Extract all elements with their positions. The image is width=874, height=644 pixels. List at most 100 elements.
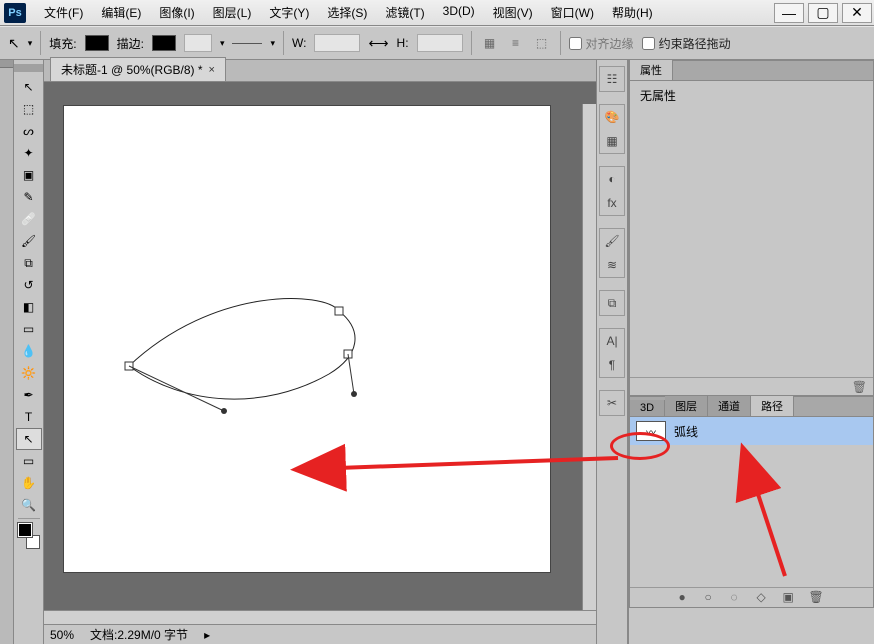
blur-tool[interactable]: 💧 — [16, 340, 42, 362]
minimize-button[interactable]: — — [774, 3, 804, 23]
constrain-path-checkbox[interactable]: 约束路径拖动 — [642, 35, 731, 52]
path-thumbnail-icon: 〰 — [636, 421, 666, 441]
path-ops-icon[interactable]: ▦ — [480, 33, 500, 53]
zoom-tool[interactable]: 🔍 — [16, 494, 42, 516]
styles-panel-icon[interactable]: fx — [600, 191, 624, 215]
fill-swatch[interactable] — [85, 35, 109, 51]
status-menu-icon[interactable]: ▸ — [204, 628, 210, 642]
menu-select[interactable]: 选择(S) — [319, 0, 375, 25]
stroke-path-icon[interactable]: ○ — [705, 590, 721, 606]
stroke-type-dropdown[interactable]: ▾ — [270, 38, 275, 49]
lasso-tool[interactable]: ᔕ — [16, 120, 42, 142]
color-panel-icon[interactable]: 🎨 — [600, 105, 624, 129]
character-panel-icon[interactable]: A| — [600, 329, 624, 353]
horizontal-scrollbar[interactable] — [44, 610, 596, 624]
make-workpath-icon[interactable]: ◇ — [757, 590, 773, 606]
menu-layer[interactable]: 图层(L) — [205, 0, 260, 25]
clone-stamp-tool[interactable]: ⧉ — [16, 252, 42, 274]
menu-filter[interactable]: 滤镜(T) — [377, 0, 432, 25]
document-tab-bar: 未标题-1 @ 50%(RGB/8) * × — [44, 60, 596, 82]
delete-path-icon[interactable]: 🗑 — [809, 590, 825, 606]
menu-3d[interactable]: 3D(D) — [435, 0, 483, 25]
history-panel-icon[interactable]: ☷ — [600, 67, 624, 91]
palette-grip-icon[interactable] — [14, 64, 43, 72]
adjustments-panel-icon[interactable]: ◐ — [600, 167, 624, 191]
layers-panel: 3D 图层 通道 路径 〰 弧线 ● ○ ◌ ◇ ▣ 🗑 — [629, 396, 874, 608]
swatches-panel-icon[interactable]: ▦ — [600, 129, 624, 153]
history-brush-tool[interactable]: ↺ — [16, 274, 42, 296]
eyedropper-tool[interactable]: ✎ — [16, 186, 42, 208]
new-path-icon[interactable]: ▣ — [783, 590, 799, 606]
pen-tool[interactable]: ✒ — [16, 384, 42, 406]
foreground-background-colors[interactable] — [16, 523, 42, 549]
tool-preset-dropdown[interactable]: ▾ — [28, 38, 33, 49]
load-selection-icon[interactable]: ◌ — [731, 590, 747, 606]
document-tab[interactable]: 未标题-1 @ 50%(RGB/8) * × — [50, 57, 226, 81]
clone-source-panel-icon[interactable]: ⧉ — [600, 291, 624, 315]
type-tool[interactable]: T — [16, 406, 42, 428]
window-controls: — ▢ ✕ — [772, 1, 874, 25]
fill-path-icon[interactable]: ● — [679, 590, 695, 606]
brush-presets-panel-icon[interactable]: ≋ — [600, 253, 624, 277]
crop-tool[interactable]: ▣ — [16, 164, 42, 186]
stroke-width-dropdown[interactable]: ▾ — [220, 38, 225, 49]
path-align-icon[interactable]: ≡ — [506, 33, 526, 53]
magic-wand-tool[interactable]: ✦ — [16, 142, 42, 164]
width-label: W: — [292, 36, 306, 50]
menu-image[interactable]: 图像(I) — [151, 0, 202, 25]
maximize-button[interactable]: ▢ — [808, 3, 838, 23]
canvas[interactable] — [64, 106, 550, 572]
fill-label: 填充: — [49, 35, 76, 52]
height-input[interactable] — [417, 34, 463, 52]
path-drawing — [64, 106, 550, 572]
hand-tool[interactable]: ✋ — [16, 472, 42, 494]
dodge-tool[interactable]: 🔆 — [16, 362, 42, 384]
menu-edit[interactable]: 编辑(E) — [93, 0, 149, 25]
width-input[interactable] — [314, 34, 360, 52]
tab-properties[interactable]: 属性 — [630, 59, 673, 80]
menu-type[interactable]: 文字(Y) — [261, 0, 317, 25]
background-color-swatch[interactable] — [26, 535, 40, 549]
tool-indicator-icon: ↖ — [8, 35, 20, 52]
document-tab-title: 未标题-1 @ 50%(RGB/8) * — [61, 61, 203, 78]
brushes-panel-icon[interactable]: 🖌 — [600, 229, 624, 253]
stroke-swatch[interactable] — [152, 35, 176, 51]
close-button[interactable]: ✕ — [842, 3, 872, 23]
document-tab-close-icon[interactable]: × — [209, 64, 215, 76]
trash-icon[interactable]: 🗑 — [852, 380, 867, 394]
vertical-scrollbar[interactable] — [582, 104, 596, 610]
tab-3d[interactable]: 3D — [630, 400, 665, 416]
path-arrange-icon[interactable]: ⬚ — [532, 33, 552, 53]
align-edges-checkbox[interactable]: 对齐边缘 — [569, 35, 634, 52]
tab-channels[interactable]: 通道 — [708, 396, 751, 416]
paragraph-panel-icon[interactable]: ¶ — [600, 353, 624, 377]
properties-panel: 属性 无属性 🗑 — [629, 60, 874, 396]
tool-palette: ↖ ⬚ ᔕ ✦ ▣ ✎ 🩹 🖌 ⧉ ↺ ◧ ▭ 💧 🔆 ✒ T ↖ ▭ ✋ 🔍 — [14, 60, 44, 644]
path-item[interactable]: 〰 弧线 — [630, 417, 873, 445]
right-panels: 属性 无属性 🗑 3D 图层 通道 路径 〰 弧线 ● — [628, 60, 874, 644]
menu-file[interactable]: 文件(F) — [36, 0, 91, 25]
tab-layers[interactable]: 图层 — [665, 396, 708, 416]
foreground-color-swatch[interactable] — [18, 523, 32, 537]
link-wh-icon[interactable]: ⟷ — [368, 35, 388, 52]
brush-tool[interactable]: 🖌 — [16, 230, 42, 252]
paths-body[interactable]: 〰 弧线 ● ○ ◌ ◇ ▣ 🗑 — [630, 417, 873, 607]
menu-help[interactable]: 帮助(H) — [604, 0, 661, 25]
gradient-tool[interactable]: ▭ — [16, 318, 42, 340]
zoom-level[interactable]: 50% — [50, 628, 74, 642]
marquee-tool[interactable]: ⬚ — [16, 98, 42, 120]
eraser-tool[interactable]: ◧ — [16, 296, 42, 318]
properties-body: 无属性 — [630, 81, 873, 377]
tab-paths[interactable]: 路径 — [751, 395, 794, 416]
menu-window[interactable]: 窗口(W) — [543, 0, 602, 25]
rectangle-tool[interactable]: ▭ — [16, 450, 42, 472]
dock-grip-icon[interactable] — [0, 60, 13, 68]
healing-brush-tool[interactable]: 🩹 — [16, 208, 42, 230]
canvas-area[interactable] — [44, 82, 596, 624]
move-tool[interactable]: ↖ — [16, 76, 42, 98]
menu-view[interactable]: 视图(V) — [485, 0, 541, 25]
left-dock-strip — [0, 60, 14, 644]
tool-presets-panel-icon[interactable]: ✂ — [600, 391, 624, 415]
path-selection-tool[interactable]: ↖ — [16, 428, 42, 450]
stroke-width-input[interactable] — [184, 34, 212, 52]
